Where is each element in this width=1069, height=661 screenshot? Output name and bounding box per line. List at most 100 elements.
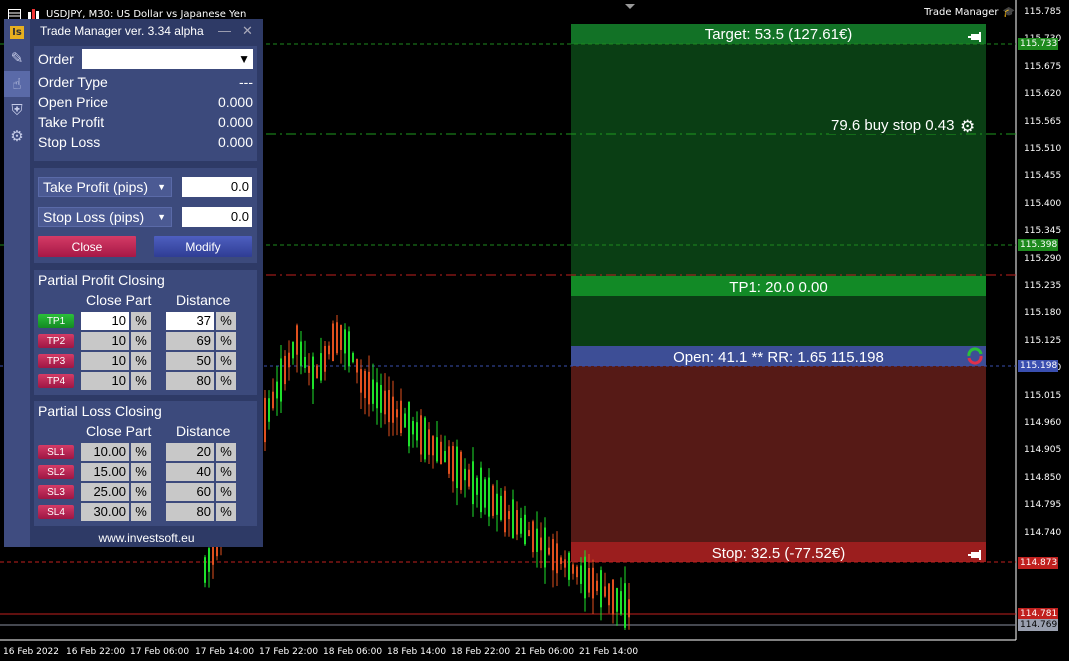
close-button[interactable]: Close [38,236,136,257]
price-level-label: 114.769 [1018,619,1058,631]
price-tick-label: 115.345 [1024,226,1062,237]
close-part-header: Close Part [86,292,152,308]
sl2-tag[interactable]: SL2 [38,465,74,479]
percent-toggle[interactable]: % [216,463,236,481]
sl4-distance-input[interactable]: 80 [166,503,214,521]
sl1-distance-input[interactable]: 20 [166,443,214,461]
candle-body [268,398,270,422]
tp2-tag[interactable]: TP2 [38,334,74,348]
tp3-distance-input[interactable]: 50 [166,352,214,370]
close-panel-button[interactable]: ✕ [242,23,253,39]
tp-value-input[interactable]: 0.0 [182,177,252,197]
candle-body [412,421,414,435]
tp3-tag[interactable]: TP3 [38,354,74,368]
hand-pointer-icon[interactable]: ☝ [4,71,30,97]
minimize-button[interactable]: — [218,23,231,38]
candle-body [492,485,494,516]
sl4-part-input[interactable]: 30.00 [81,503,129,521]
partial-profit-box: Partial Profit Closing Close Part Distan… [34,270,257,395]
sl2-part-input[interactable]: 15.00 [81,463,129,481]
percent-toggle[interactable]: % [216,352,236,370]
settings-gear-icon[interactable]: ⚙ [4,123,30,149]
distance-header: Distance [176,292,231,308]
percent-toggle[interactable]: % [131,483,151,501]
candle-body [508,511,510,520]
tp1-part-input[interactable]: 10 [81,312,129,330]
stop-loss-label: Stop Loss [38,134,101,150]
candle-body [536,528,538,552]
candle-body [600,570,602,608]
sl3-distance-input[interactable]: 60 [166,483,214,501]
tp2-part-input[interactable]: 10 [81,332,129,350]
chart-bars-icon[interactable] [27,8,40,20]
refresh-icon[interactable] [966,347,984,365]
percent-toggle[interactable]: % [131,332,151,350]
candle-body [476,477,478,495]
gear-icon[interactable]: ⚙ [960,117,975,137]
dropdown-arrow-icon: ▼ [238,52,250,66]
tp1-tag[interactable]: TP1 [38,314,74,328]
tp1-distance-input[interactable]: 37 [166,312,214,330]
tp-mode-dropdown[interactable]: Take Profit (pips) ▼ [38,177,172,197]
candle-body [324,345,326,372]
pin-icon[interactable] [968,28,984,42]
percent-toggle[interactable]: % [216,503,236,521]
sl3-part-input[interactable]: 25.00 [81,483,129,501]
time-tick-label: 21 Feb 14:00 [579,647,639,657]
percent-toggle[interactable]: % [216,312,236,330]
tp4-part-input[interactable]: 10 [81,372,129,390]
price-level-label: 115.733 [1018,38,1058,50]
sl2-distance-input[interactable]: 40 [166,463,214,481]
percent-toggle[interactable]: % [216,443,236,461]
sl4-tag[interactable]: SL4 [38,505,74,519]
candle-body [512,499,514,538]
price-tick-label: 115.180 [1024,308,1062,319]
shield-icon[interactable]: ⛨ [4,97,30,123]
percent-toggle[interactable]: % [131,463,151,481]
candle-body [564,559,566,568]
pin-icon[interactable] [968,546,984,560]
edit-icon[interactable]: ✎ [4,45,30,71]
modify-button[interactable]: Modify [154,236,252,257]
time-tick-label: 16 Feb 22:00 [66,647,126,657]
distance-header: Distance [176,423,231,439]
price-tick-label: 115.620 [1024,89,1062,100]
chart-title: USDJPY, M30: US Dollar vs Japanese Yen [46,8,247,20]
percent-toggle[interactable]: % [131,312,151,330]
candle-body [360,369,362,393]
candle-body [328,345,330,355]
candle-body [264,397,266,443]
candle-body [336,322,338,354]
tp2-distance-input[interactable]: 69 [166,332,214,350]
percent-toggle[interactable]: % [131,503,151,521]
sl1-tag[interactable]: SL1 [38,445,74,459]
sl3-tag[interactable]: SL3 [38,485,74,499]
pending-order-label[interactable]: 79.6 buy stop 0.43 [829,117,957,134]
candle-body [404,413,406,428]
order-select[interactable]: ▼ [82,49,253,69]
sl-value-input[interactable]: 0.0 [182,207,252,227]
tp3-part-input[interactable]: 10 [81,352,129,370]
percent-toggle[interactable]: % [131,372,151,390]
candle-body [544,527,546,568]
chart-window-icon[interactable] [8,8,21,20]
price-tick-label: 115.455 [1024,171,1062,182]
tp4-tag[interactable]: TP4 [38,374,74,388]
investsoft-logo-icon[interactable]: Is [4,19,30,45]
candle-body [356,359,358,373]
sl-mode-dropdown[interactable]: Stop Loss (pips) ▼ [38,207,172,227]
percent-toggle[interactable]: % [216,332,236,350]
percent-toggle[interactable]: % [131,352,151,370]
percent-toggle[interactable]: % [216,372,236,390]
tp4-distance-input[interactable]: 80 [166,372,214,390]
price-tick-label: 115.675 [1024,61,1062,72]
panel-title-bar[interactable]: Trade Manager ver. 3.34 alpha — ✕ [30,19,263,43]
website-link[interactable]: www.investsoft.eu [30,531,263,547]
info-row: Order Type --- [34,72,257,92]
close-part-header: Close Part [86,423,152,439]
percent-toggle[interactable]: % [216,483,236,501]
sl1-part-input[interactable]: 10.00 [81,443,129,461]
percent-toggle[interactable]: % [131,443,151,461]
graduation-cap-icon: 🎓 [1002,7,1015,18]
candle-body [304,356,306,368]
